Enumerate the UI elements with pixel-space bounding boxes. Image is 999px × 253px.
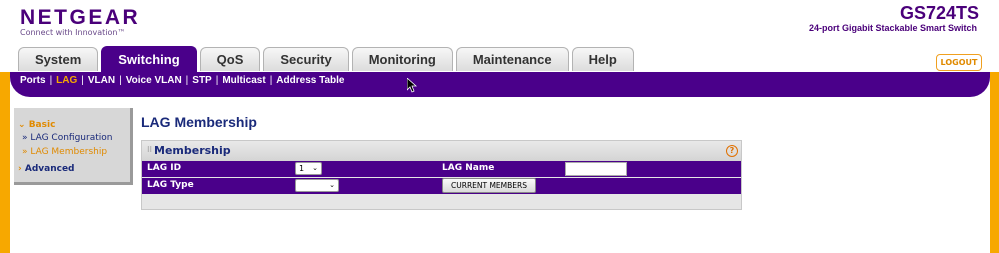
tab-help[interactable]: Help [571,47,634,71]
header: NETGEAR Connect with Innovation™ GS724TS… [0,0,999,72]
panel-header: ⁝⁝ Membership ? [142,141,741,161]
sidebar-advanced[interactable]: › Advanced [18,164,75,174]
main-tabs: System Switching QoS Security Monitoring… [18,46,634,72]
subnav-voice-vlan[interactable]: Voice VLAN [126,75,182,86]
tab-monitoring[interactable]: Monitoring [351,47,453,71]
sidebar: ⌄ Basic » LAG Configuration » LAG Member… [14,108,133,185]
logout-button[interactable]: LOGOUT [936,54,982,71]
netgear-logo: NETGEAR [20,6,141,29]
tab-qos[interactable]: QoS [199,47,261,71]
chevron-down-icon: ⌄ [18,120,26,130]
drag-handle-icon: ⁝⁝ [147,145,153,154]
lag-id-row: LAG ID 1 ⌄ LAG Name [142,161,741,177]
sub-navigation: Ports | LAG | VLAN | Voice VLAN | STP | … [10,72,990,97]
sidebar-item-lag-configuration[interactable]: » LAG Configuration [22,133,112,143]
subnav-vlan[interactable]: VLAN [88,75,115,86]
chevron-right-icon: › [18,164,22,174]
page-title: LAG Membership [141,114,257,130]
panel-title: Membership [154,144,231,157]
subnav-ports[interactable]: Ports [20,75,46,86]
lag-id-select[interactable]: 1 ⌄ [295,162,322,175]
subnav-separator: | [81,75,84,86]
lag-id-label: LAG ID [147,163,182,173]
subnav-separator: | [269,75,273,86]
tab-switching[interactable]: Switching [101,46,197,72]
lag-name-input[interactable] [565,162,627,176]
tab-system[interactable]: System [18,47,99,71]
tab-security[interactable]: Security [263,47,349,71]
membership-panel: ⁝⁝ Membership ? LAG ID 1 ⌄ LAG Name LAG … [141,140,742,210]
subnav-lag[interactable]: LAG [56,75,77,86]
current-members-button[interactable]: CURRENT MEMBERS [442,178,536,193]
sidebar-item-lag-membership[interactable]: » LAG Membership [22,147,107,157]
help-icon[interactable]: ? [726,145,738,157]
lag-name-label: LAG Name [442,163,495,173]
subnav-multicast[interactable]: Multicast [222,75,265,86]
lag-type-row: LAG Type ⌄ CURRENT MEMBERS [142,178,741,194]
mouse-cursor-icon [407,78,417,93]
lag-type-label: LAG Type [147,180,194,190]
chevron-down-icon: ⌄ [312,164,318,172]
device-model: GS724TS [899,3,979,23]
subnav-separator: | [119,75,122,86]
subnav-stp[interactable]: STP [192,75,211,86]
sidebar-basic[interactable]: ⌄ Basic [18,120,55,130]
frame-right-border [990,72,999,253]
lag-type-select[interactable]: ⌄ [295,179,339,192]
subnav-separator: | [185,75,189,86]
subnav-address-table[interactable]: Address Table [276,75,344,86]
subnav-separator: | [215,75,219,86]
brand-tagline: Connect with Innovation™ [20,28,126,37]
frame-left-border [0,72,10,253]
subnav-separator: | [49,75,53,86]
chevron-down-icon: ⌄ [329,181,335,189]
device-description: 24-port Gigabit Stackable Smart Switch [808,23,977,33]
tab-maintenance[interactable]: Maintenance [455,47,569,71]
